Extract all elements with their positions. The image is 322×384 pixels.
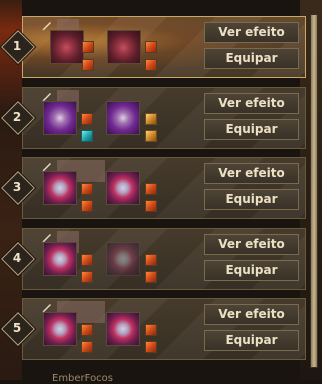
gem-slot-1[interactable]: [50, 30, 84, 64]
sub-gem-slot[interactable]: [81, 271, 93, 283]
equip-button[interactable]: Equipar: [204, 189, 299, 210]
view-effect-button[interactable]: Ver efeito: [204, 163, 299, 184]
equip-button[interactable]: Equipar: [204, 119, 299, 140]
sub-gem-slot[interactable]: [81, 113, 93, 125]
footer-text: EmberFocos: [52, 373, 114, 384]
equip-button[interactable]: Equipar: [204, 260, 299, 281]
sub-gem-slot[interactable]: [145, 41, 157, 53]
sub-gem-slot[interactable]: [145, 130, 157, 142]
preset-panel-4[interactable]: 4 Ver efeito Equipar: [1, 228, 306, 290]
view-effect-button[interactable]: Ver efeito: [204, 304, 299, 325]
scrollbar-thumb[interactable]: [311, 15, 317, 367]
preset-panel-1[interactable]: 1 Ver efeito Equipar: [1, 16, 306, 78]
sub-gem-slot[interactable]: [145, 113, 157, 125]
gem-slot-2[interactable]: [106, 312, 140, 346]
view-effect-button[interactable]: Ver efeito: [204, 93, 299, 114]
preset-panel-5[interactable]: 5 Ver efeito Equipar: [1, 298, 306, 360]
preset-panel-2[interactable]: 2 Ver efeito Equipar: [1, 87, 306, 149]
sub-gem-slot[interactable]: [145, 200, 157, 212]
sub-gem-slot[interactable]: [145, 183, 157, 195]
gem-slot-2[interactable]: [106, 242, 140, 276]
gem-slot-1[interactable]: [43, 242, 77, 276]
gem-slot-2[interactable]: [107, 30, 141, 64]
gem-slot-2[interactable]: [106, 171, 140, 205]
sub-gem-slot[interactable]: [81, 183, 93, 195]
gem-slot-1[interactable]: [43, 312, 77, 346]
preset-panel-3[interactable]: 3 Ver efeito Equipar: [1, 157, 306, 219]
sub-gem-slot[interactable]: [81, 254, 93, 266]
sub-gem-slot[interactable]: [145, 59, 157, 71]
preset-number: 2: [12, 110, 22, 124]
preset-number: 3: [12, 180, 22, 194]
sub-gem-slot[interactable]: [81, 341, 93, 353]
sub-gem-slot[interactable]: [81, 130, 93, 142]
scrollbar[interactable]: [310, 14, 318, 368]
gem-slot-2[interactable]: [106, 101, 140, 135]
view-effect-button[interactable]: Ver efeito: [204, 22, 299, 43]
sub-gem-slot[interactable]: [82, 59, 94, 71]
equip-button[interactable]: Equipar: [204, 48, 299, 69]
gem-slot-1[interactable]: [43, 101, 77, 135]
sub-gem-slot[interactable]: [82, 41, 94, 53]
equip-button[interactable]: Equipar: [204, 330, 299, 351]
sub-gem-slot[interactable]: [81, 324, 93, 336]
preset-number: 5: [12, 321, 22, 335]
gem-slot-1[interactable]: [43, 171, 77, 205]
preset-number: 1: [12, 39, 22, 53]
sub-gem-slot[interactable]: [145, 341, 157, 353]
sub-gem-slot[interactable]: [145, 271, 157, 283]
sub-gem-slot[interactable]: [145, 324, 157, 336]
view-effect-button[interactable]: Ver efeito: [204, 234, 299, 255]
sub-gem-slot[interactable]: [81, 200, 93, 212]
sub-gem-slot[interactable]: [145, 254, 157, 266]
preset-number: 4: [12, 251, 22, 265]
